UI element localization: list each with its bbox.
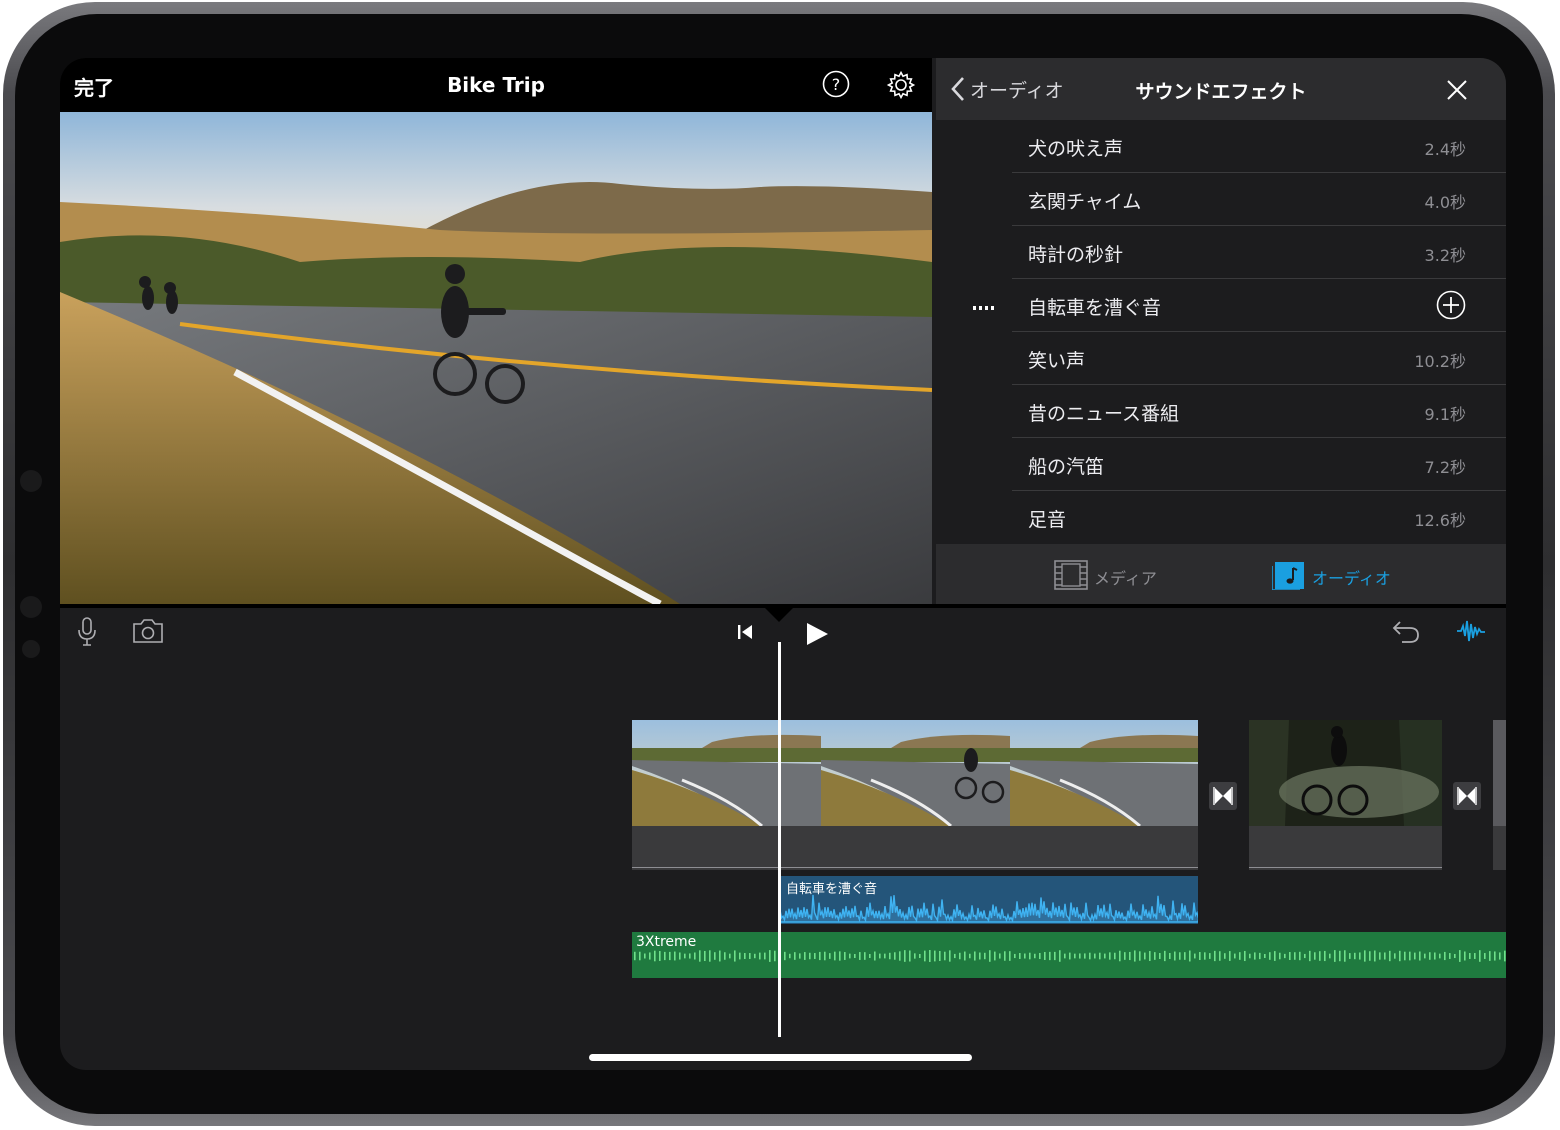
sound-effect-name: 自転車を漕ぐ音 [1028, 297, 1162, 319]
sound-effect-clip[interactable]: 自転車を漕ぐ音 [780, 876, 1198, 924]
clip-audio-track [632, 826, 1198, 870]
home-indicator [589, 1054, 972, 1061]
undo-icon[interactable] [1392, 618, 1420, 644]
list-item[interactable]: 犬の吠え声 2.4秒 [936, 120, 1506, 173]
side-button [22, 640, 40, 658]
top-bar: 完了 Bike Trip ? [60, 58, 932, 112]
playhead-marker-icon [765, 608, 793, 622]
sound-effect-duration: 9.1秒 [1424, 405, 1466, 424]
camera-icon[interactable] [132, 618, 164, 644]
imovie-screen: 完了 Bike Trip ? オーディオ サウンドエフェクト 犬の吠え声 2.4… [60, 58, 1506, 1070]
clip-thumbnail [1249, 720, 1442, 826]
audio-level-line [632, 867, 1198, 868]
project-title: Bike Trip [447, 73, 545, 97]
side-button [20, 470, 42, 492]
clip-audio-track [1493, 826, 1506, 870]
video-clip[interactable] [1493, 720, 1506, 826]
transition-button[interactable] [1209, 782, 1237, 810]
transition-icon [1213, 787, 1233, 805]
sound-effect-name: 犬の吠え声 [1028, 138, 1124, 160]
audio-level-line [1249, 867, 1442, 868]
sound-effect-duration: 2.4秒 [1424, 140, 1466, 159]
panel-header: オーディオ サウンドエフェクト [936, 58, 1506, 120]
list-item[interactable]: 足音 12.6秒 [936, 491, 1506, 544]
sound-effect-duration: 4.0秒 [1424, 193, 1466, 212]
list-item[interactable]: 昔のニュース番組 9.1秒 [936, 385, 1506, 438]
transition-icon [1457, 787, 1477, 805]
clip-audio-track [1249, 826, 1442, 870]
music-note-icon [1272, 562, 1304, 590]
sound-effects-panel: オーディオ サウンドエフェクト 犬の吠え声 2.4秒 玄関チャイム 4.0秒 時… [936, 58, 1506, 604]
music-waveform [634, 950, 1506, 962]
sound-effects-list: 犬の吠え声 2.4秒 玄関チャイム 4.0秒 時計の秒針 3.2秒 自転車を漕ぐ… [936, 120, 1506, 544]
sound-effect-duration: 12.6秒 [1414, 511, 1466, 530]
sound-effect-waveform [780, 894, 1198, 923]
transition-button[interactable] [1453, 782, 1481, 810]
now-playing-icon [973, 306, 994, 310]
list-item-playing[interactable]: 自転車を漕ぐ音 [936, 279, 1506, 332]
sound-effect-name: 昔のニュース番組 [1028, 403, 1180, 425]
sound-effect-duration: 10.2秒 [1414, 352, 1466, 371]
playhead[interactable] [778, 642, 781, 1037]
close-icon[interactable] [1446, 79, 1468, 101]
sound-effect-duration: 3.2秒 [1424, 246, 1466, 265]
play-icon[interactable] [804, 621, 830, 647]
list-item[interactable]: 玄関チャイム 4.0秒 [936, 173, 1506, 226]
media-tab-bar: メディア オーディオ [936, 544, 1506, 604]
video-frame-image [60, 112, 932, 604]
list-item[interactable]: 笑い声 10.2秒 [936, 332, 1506, 385]
gear-icon[interactable] [886, 70, 916, 100]
microphone-icon[interactable] [76, 616, 98, 648]
list-item[interactable]: 時計の秒針 3.2秒 [936, 226, 1506, 279]
video-clip[interactable] [632, 720, 1198, 826]
film-icon [1054, 560, 1088, 590]
audio-waveform-icon[interactable] [1456, 618, 1486, 644]
sound-effect-name: 時計の秒針 [1028, 244, 1124, 266]
skip-to-start-icon[interactable] [736, 623, 754, 641]
sound-effect-name: 足音 [1028, 509, 1067, 531]
list-item[interactable]: 船の汽笛 7.2秒 [936, 438, 1506, 491]
clip-thumbnails [632, 720, 1198, 826]
background-music-clip[interactable]: 3Xtreme [632, 932, 1506, 978]
video-clip[interactable] [1249, 720, 1442, 826]
tab-media-label: メディア [1094, 569, 1157, 588]
sound-effect-name: 笑い声 [1028, 350, 1086, 372]
svg-text:?: ? [832, 75, 841, 94]
sound-effect-duration: 7.2秒 [1424, 458, 1466, 477]
side-button [20, 596, 42, 618]
sound-effect-name: 船の汽笛 [1028, 456, 1105, 478]
video-preview[interactable] [60, 112, 932, 604]
tab-audio-label: オーディオ [1312, 569, 1391, 588]
help-icon[interactable]: ? [822, 70, 850, 98]
sound-effect-name: 玄関チャイム [1028, 191, 1142, 213]
panel-title: サウンドエフェクト [1135, 81, 1307, 103]
add-circle-icon[interactable] [1436, 290, 1466, 320]
